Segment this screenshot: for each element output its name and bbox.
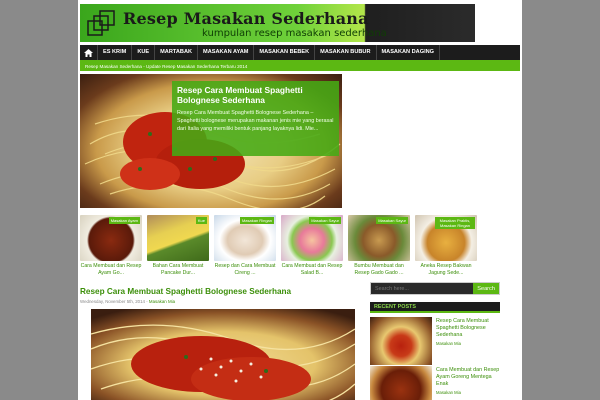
recent-post-author[interactable]: Masakan Mia: [436, 390, 461, 395]
category-badge[interactable]: Kue: [195, 217, 207, 224]
thumb-card[interactable]: Masakan Sayur Cara Membuat dan Resep Sal…: [281, 215, 343, 281]
nav-item-kue[interactable]: KUE: [132, 45, 156, 60]
thumb-card[interactable]: Masakan Ringan Resep dan Cara Membuat Ci…: [214, 215, 276, 281]
slide-caption[interactable]: Resep Cara Membuat Spaghetti Bolognese S…: [172, 81, 339, 156]
thumb-card[interactable]: Masakan Ayam Cara Membuat dan Resep Ayam…: [80, 215, 142, 281]
page: Resep Masakan Sederhana kumpulan resep m…: [78, 0, 522, 400]
spaghetti-photo: [91, 309, 355, 400]
thumb-image[interactable]: Kue: [147, 215, 209, 261]
thumb-title[interactable]: Bumbu Membuat dan Resep Gado Gado ...: [348, 263, 410, 277]
nav-item-masakan-bebek[interactable]: MASAKAN BEBEK: [254, 45, 316, 60]
category-badge[interactable]: Masakan Praktis, Masakan Ringan: [435, 217, 475, 229]
featured-slider[interactable]: Resep Cara Membuat Spaghetti Bolognese S…: [80, 74, 342, 208]
category-badge[interactable]: Masakan Sayur: [309, 217, 341, 224]
post-meta: Wednesday, November 5th, 2014 - Masakan …: [80, 299, 175, 304]
thumb-image[interactable]: Masakan Sayur: [348, 215, 410, 261]
recent-post-title[interactable]: Resep Cara Membuat Spaghetti Bolognese S…: [436, 318, 500, 339]
recent-post-item[interactable]: Cara Membuat dan Resep Ayam Goreng Mente…: [370, 366, 500, 400]
site-header: Resep Masakan Sederhana kumpulan resep m…: [78, 0, 522, 44]
nav-item-masakan-bubur[interactable]: MASAKAN BUBUR: [315, 45, 377, 60]
thumb-title[interactable]: Cara Membuat dan Resep Ayam Go...: [80, 263, 142, 277]
thumbnail-strip: Masakan Ayam Cara Membuat dan Resep Ayam…: [80, 215, 520, 281]
post-author[interactable]: Masakan Mia: [149, 299, 175, 304]
thumb-title[interactable]: Aneka Resep Bakwan Jagung Sede...: [415, 263, 477, 277]
thumb-image[interactable]: Masakan Ayam: [80, 215, 142, 261]
thumb-image[interactable]: Masakan Sayur: [281, 215, 343, 261]
thumb-title[interactable]: Cara Membuat dan Resep Salad B...: [281, 263, 343, 277]
category-badge[interactable]: Masakan Ayam: [108, 217, 140, 224]
home-icon[interactable]: [80, 45, 98, 60]
post-image[interactable]: [91, 309, 355, 400]
nav-item-masakan-ayam[interactable]: MASAKAN AYAM: [198, 45, 255, 60]
site-logo[interactable]: Resep Masakan Sederhana kumpulan resep m…: [80, 4, 475, 42]
search-form: Search: [370, 282, 500, 295]
recent-post-title[interactable]: Cara Membuat dan Resep Ayam Goreng Mente…: [436, 367, 500, 388]
recent-post-image[interactable]: [370, 317, 432, 365]
post-title[interactable]: Resep Cara Membuat Spaghetti Bolognese S…: [80, 287, 291, 296]
search-button[interactable]: Search: [473, 283, 499, 294]
thumb-title[interactable]: Bahan Cara Membuat Pancake Dur...: [147, 263, 209, 277]
thumb-card[interactable]: Kue Bahan Cara Membuat Pancake Dur...: [147, 215, 209, 281]
recent-post-author[interactable]: Masakan Mia: [436, 341, 461, 346]
search-input[interactable]: [371, 283, 474, 294]
site-subtitle: kumpulan resep masakan sederhana: [202, 28, 387, 39]
post-date: Wednesday, November 5th, 2014 -: [80, 299, 148, 304]
news-ticker[interactable]: Resep Masakan Sederhana - Update Resep M…: [80, 63, 520, 71]
thumb-card[interactable]: Masakan Praktis, Masakan Ringan Aneka Re…: [415, 215, 477, 281]
thumb-image[interactable]: Masakan Praktis, Masakan Ringan: [415, 215, 477, 261]
recent-post-item[interactable]: Resep Cara Membuat Spaghetti Bolognese S…: [370, 317, 500, 365]
nav-item-martabak[interactable]: MARTABAK: [155, 45, 199, 60]
category-badge[interactable]: Masakan Ringan: [239, 217, 274, 224]
site-title: Resep Masakan Sederhana: [123, 9, 369, 28]
thumb-image[interactable]: Masakan Ringan: [214, 215, 276, 261]
nav-item-masakan-daging[interactable]: MASAKAN DAGING: [377, 45, 441, 60]
recent-post-image[interactable]: [370, 366, 432, 400]
thumb-card[interactable]: Masakan Sayur Bumbu Membuat dan Resep Ga…: [348, 215, 410, 281]
slide-title[interactable]: Resep Cara Membuat Spaghetti Bolognese S…: [177, 85, 334, 105]
category-badge[interactable]: Masakan Sayur: [376, 217, 408, 224]
thumb-title[interactable]: Resep dan Cara Membuat Cireng ...: [214, 263, 276, 277]
nav-item-es-krim[interactable]: ES KRIM: [98, 45, 133, 60]
logo-squares-icon: [87, 10, 115, 36]
slide-excerpt: Resep Cara Membuat Spaghetti Bolognese S…: [177, 110, 334, 132]
main-nav: ES KRIM KUE MARTABAK MASAKAN AYAM MASAKA…: [80, 45, 520, 63]
recent-posts-heading: RECENT POSTS: [370, 302, 500, 313]
